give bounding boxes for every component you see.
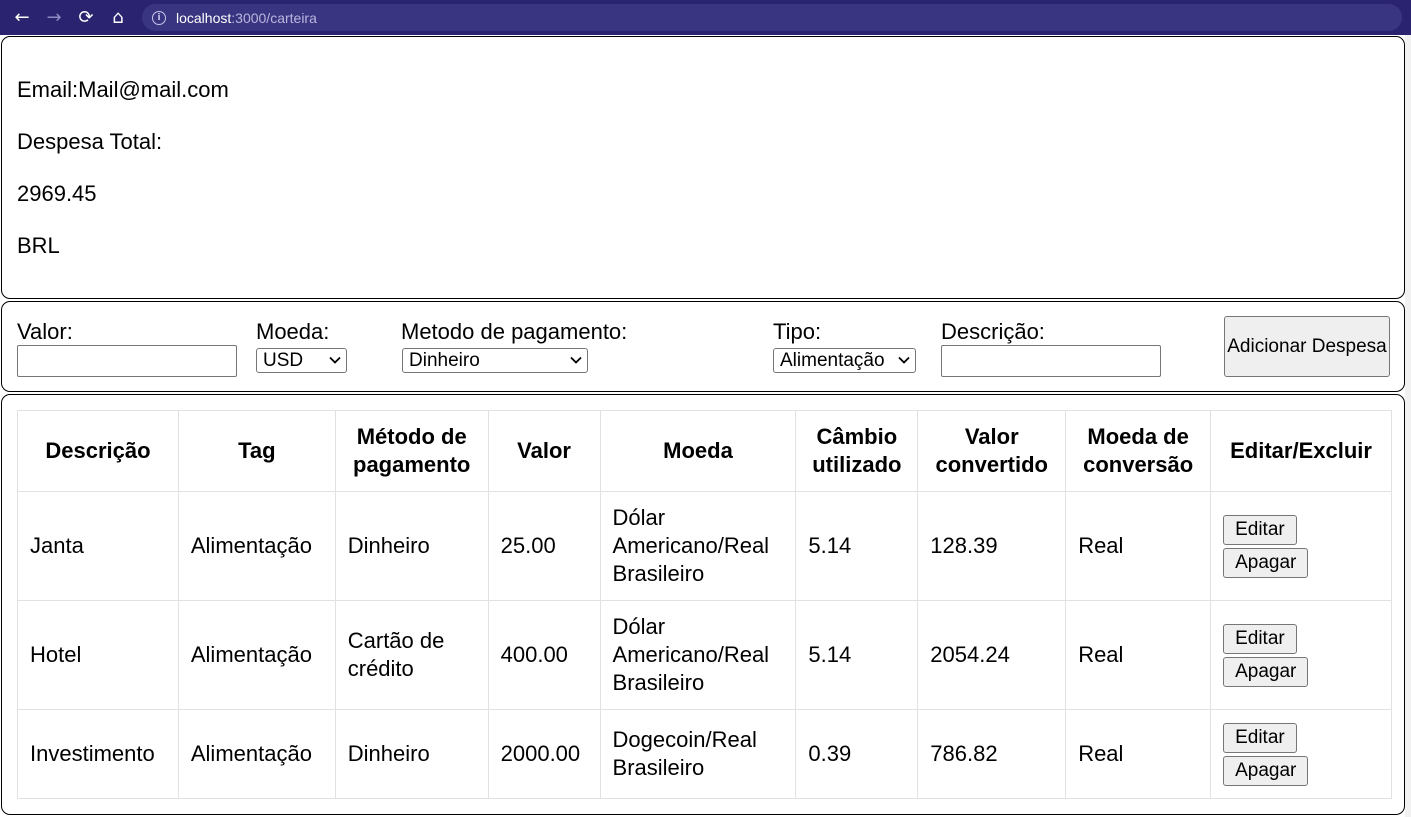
cell-conversao: Real (1065, 709, 1212, 799)
cell-tag: Alimentação (177, 600, 336, 710)
cell-moeda: Dólar Americano/Real Brasileiro (599, 600, 797, 710)
column-header: Moeda (599, 410, 797, 492)
metodo-label: Metodo de pagamento: (401, 319, 628, 344)
cell-cambio: 0.39 (795, 709, 919, 799)
cell-cambio: 5.14 (795, 491, 919, 601)
cell-actions: Editar Apagar (1210, 709, 1392, 799)
edit-button[interactable]: Editar (1223, 623, 1297, 654)
cell-descricao: Investimento (17, 709, 179, 799)
chevron-down-icon (570, 356, 582, 364)
user-email: Email:Mail@mail.com (17, 77, 229, 102)
cell-convertido: 2054.24 (917, 600, 1067, 710)
table-row: Janta Alimentação Dinheiro 25.00 Dólar A… (17, 491, 1392, 601)
cell-valor: 25.00 (487, 491, 601, 601)
expenses-panel: Descrição Tag Método de pagamento Valor … (1, 394, 1405, 815)
site-info-icon[interactable]: i (152, 10, 166, 25)
reload-icon[interactable]: ⟳ (70, 0, 102, 35)
add-expense-button[interactable]: Adicionar Despesa (1224, 316, 1390, 377)
expenses-table: Descrição Tag Método de pagamento Valor … (17, 410, 1392, 799)
metodo-selected-value: Dinheiro (409, 350, 480, 371)
column-header: Valor (487, 410, 601, 492)
moeda-select[interactable]: USD (256, 348, 347, 373)
edit-button[interactable]: Editar (1223, 722, 1297, 753)
header-panel: Email:Mail@mail.com Despesa Total: 2969.… (1, 36, 1405, 299)
cell-descricao: Janta (17, 491, 179, 601)
address-bar[interactable]: i localhost:3000/carteira (142, 4, 1402, 31)
cell-valor: 400.00 (487, 600, 601, 710)
home-icon[interactable]: ⌂ (102, 0, 134, 35)
delete-button[interactable]: Apagar (1223, 755, 1309, 786)
cell-descricao: Hotel (17, 600, 179, 710)
metodo-select[interactable]: Dinheiro (402, 348, 588, 373)
edit-button[interactable]: Editar (1223, 514, 1297, 545)
cell-conversao: Real (1065, 600, 1212, 710)
valor-label: Valor: (17, 319, 73, 344)
table-row: Investimento Alimentação Dinheiro 2000.0… (17, 709, 1392, 799)
delete-button[interactable]: Apagar (1223, 656, 1309, 687)
moeda-label: Moeda: (256, 319, 330, 344)
descricao-label: Descrição: (941, 319, 1045, 344)
cell-moeda: Dólar Americano/Real Brasileiro (599, 491, 797, 601)
tipo-label: Tipo: (773, 319, 822, 344)
column-header: Moeda de conversão (1065, 410, 1212, 492)
column-header: Valor convertido (917, 410, 1067, 492)
column-header: Tag (177, 410, 336, 492)
cell-cambio: 5.14 (795, 600, 919, 710)
tipo-select[interactable]: Alimentação (773, 348, 916, 373)
expense-form: Valor: Moeda: USD Metodo de pagamento: D… (1, 301, 1405, 392)
valor-input[interactable] (17, 345, 237, 377)
total-value: 2969.45 (17, 181, 97, 206)
url-host: localhost (176, 9, 232, 26)
descricao-input[interactable] (941, 345, 1161, 377)
cell-actions: Editar Apagar (1210, 600, 1392, 710)
table-header-row: Descrição Tag Método de pagamento Valor … (17, 410, 1392, 492)
column-header: Editar/Excluir (1210, 410, 1392, 492)
back-arrow-icon[interactable]: ← (6, 0, 38, 35)
moeda-selected-value: USD (263, 350, 304, 371)
total-label: Despesa Total: (17, 129, 163, 154)
page-edge (1405, 35, 1411, 817)
cell-tag: Alimentação (177, 491, 336, 601)
cell-metodo: Dinheiro (334, 491, 489, 601)
cell-metodo: Dinheiro (334, 709, 489, 799)
delete-button[interactable]: Apagar (1223, 547, 1309, 578)
table-row: Hotel Alimentação Cartão de crédito 400.… (17, 600, 1392, 710)
column-header: Método de pagamento (334, 410, 489, 492)
chevron-down-icon (329, 356, 341, 364)
cell-convertido: 128.39 (917, 491, 1067, 601)
chevron-down-icon (898, 356, 910, 364)
url-path: :3000/carteira (231, 9, 317, 26)
cell-conversao: Real (1065, 491, 1212, 601)
currency-label: BRL (17, 233, 60, 258)
column-header: Descrição (17, 410, 179, 492)
cell-actions: Editar Apagar (1210, 491, 1392, 601)
cell-tag: Alimentação (177, 709, 336, 799)
cell-valor: 2000.00 (487, 709, 601, 799)
cell-moeda: Dogecoin/Real Brasileiro (599, 709, 797, 799)
browser-toolbar: ← → ⟳ ⌂ i localhost:3000/carteira (0, 0, 1411, 35)
tipo-selected-value: Alimentação (780, 350, 885, 371)
column-header: Câmbio utilizado (795, 410, 919, 492)
cell-metodo: Cartão de crédito (334, 600, 489, 710)
forward-arrow-icon[interactable]: → (38, 0, 70, 35)
cell-convertido: 786.82 (917, 709, 1067, 799)
